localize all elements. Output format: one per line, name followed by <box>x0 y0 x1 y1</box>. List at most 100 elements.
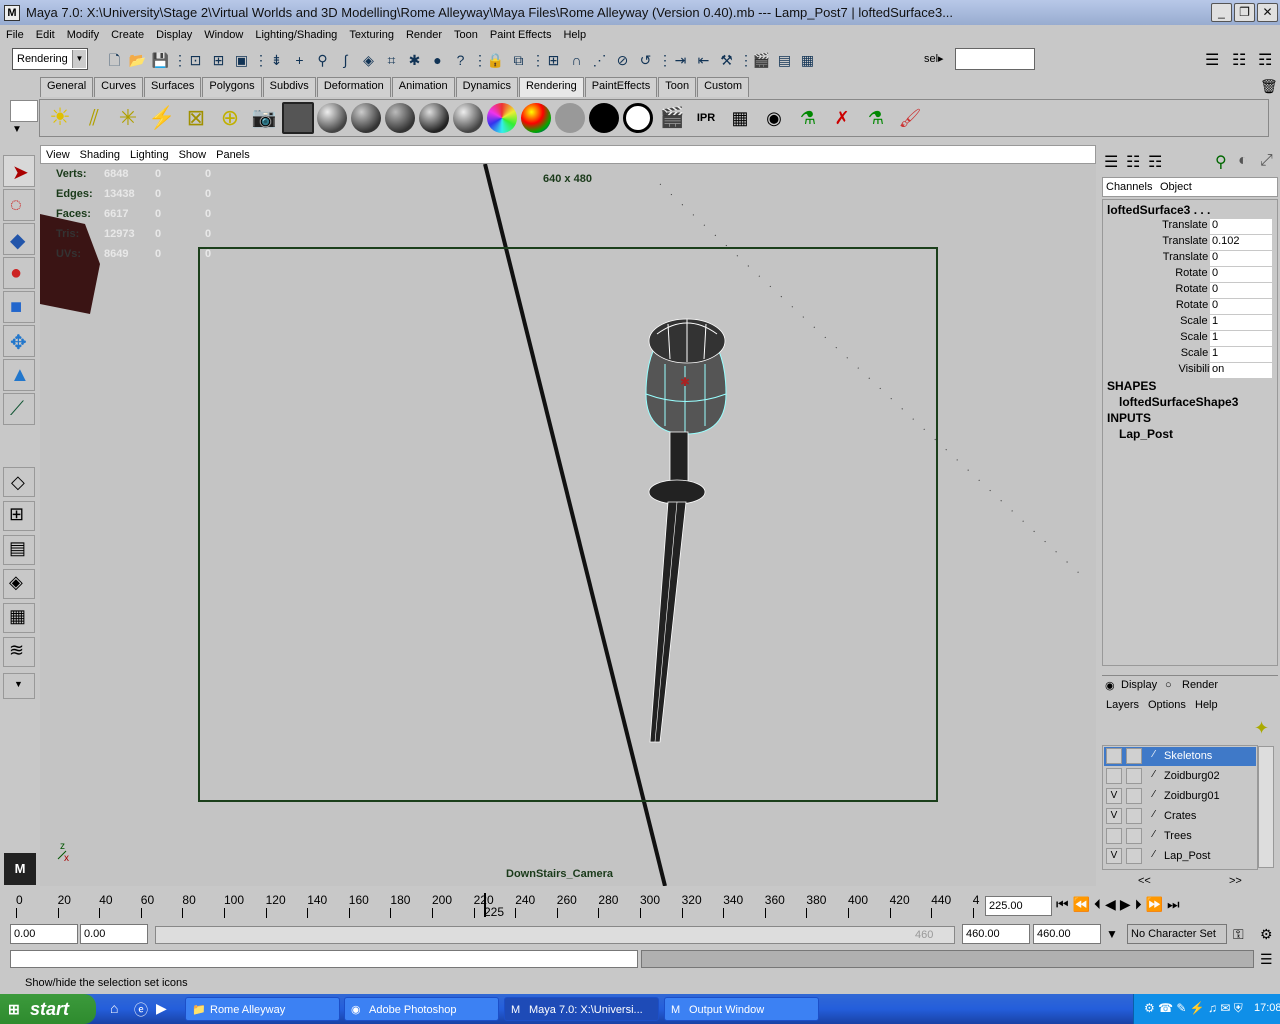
save-scene-icon[interactable]: 💾 <box>150 50 171 71</box>
layer-row[interactable]: V ⁄ Crates <box>1104 807 1256 826</box>
render-layers-label[interactable]: Render <box>1182 679 1218 691</box>
channel-row[interactable]: Scale X1 <box>1104 315 1274 331</box>
joint-icon[interactable]: ⚲ <box>312 50 333 71</box>
anisotropic-shader-icon[interactable] <box>453 103 483 133</box>
render-settings-icon[interactable] <box>282 102 314 134</box>
channel-row[interactable]: Scale Y1 <box>1104 331 1274 347</box>
shelf-tab-general[interactable]: General <box>40 77 94 97</box>
layer-type-toggle[interactable] <box>1126 788 1142 804</box>
layer-visibility-toggle[interactable] <box>1106 748 1122 764</box>
select-component-icon[interactable]: ▣ <box>231 50 252 71</box>
lasso-tool-icon[interactable]: ◌ <box>3 189 35 221</box>
handle-icon[interactable]: + <box>289 50 310 71</box>
task-photoshop[interactable]: ◉ Adobe Photoshop <box>344 997 499 1021</box>
start-button[interactable]: ⊞ start <box>0 994 96 1024</box>
play-back-icon[interactable]: ◀ <box>1105 896 1116 913</box>
mask-icon[interactable]: ⇟ <box>266 50 287 71</box>
shelf-tab-rendering[interactable]: Rendering <box>518 77 584 97</box>
render-globals-shelf-icon[interactable]: ▦ <box>724 102 756 134</box>
channel-row[interactable]: Rotate Y0 <box>1104 283 1274 299</box>
play-forward-icon[interactable]: ▶ <box>1120 896 1131 913</box>
spot-light-icon[interactable]: ⚡ <box>146 102 178 134</box>
step-forward-key-icon[interactable]: ⏩ <box>1146 896 1163 913</box>
batch-render-icon[interactable]: ⚗ <box>860 102 892 134</box>
channel-row[interactable]: Translate Z0 <box>1104 251 1274 267</box>
channel-row[interactable]: Translate Y 0.102 <box>1104 235 1274 251</box>
goto-start-icon[interactable]: ⏮ <box>1056 896 1069 913</box>
layer-visibility-toggle[interactable] <box>1106 828 1122 844</box>
channel-layer-icon[interactable]: ☶ <box>1148 152 1162 172</box>
channel-value[interactable]: 1 <box>1210 331 1272 346</box>
use-background-icon[interactable] <box>589 103 619 133</box>
layer-type-toggle[interactable] <box>1126 848 1142 864</box>
scale-tool-icon[interactable]: ✥ <box>3 325 35 357</box>
ambient-light-icon[interactable]: ☀ <box>44 102 76 134</box>
shelf-tab-animation[interactable]: Animation <box>391 77 455 97</box>
shelf-tab-dynamics[interactable]: Dynamics <box>455 77 518 97</box>
layer-color-icon[interactable]: ⁄ <box>1146 768 1162 784</box>
channel-value[interactable]: 1 <box>1210 347 1272 362</box>
manipulator-icon[interactable]: ⚲ <box>1215 152 1227 172</box>
select-tool-icon[interactable]: ➤ <box>3 155 35 187</box>
channel-value[interactable]: 1 <box>1210 315 1272 330</box>
layer-row[interactable]: ⁄ Skeletons <box>1104 747 1256 766</box>
ipr-icon[interactable]: IPR <box>690 102 722 134</box>
layers-menu[interactable]: Layers <box>1106 699 1139 711</box>
shelf-tab-custom[interactable]: Custom <box>697 77 749 97</box>
viewport-menu-view[interactable]: View <box>41 149 75 161</box>
layer-visibility-toggle[interactable]: V <box>1106 848 1122 864</box>
render-mask-icon[interactable]: ● <box>427 50 448 71</box>
layer-color-icon[interactable]: ⁄ <box>1146 748 1162 764</box>
close-button[interactable]: ✕ <box>1257 3 1278 22</box>
shelf-tab-toon[interactable]: Toon <box>658 77 697 97</box>
menu-lighting-shading[interactable]: Lighting/Shading <box>249 29 343 41</box>
graph-layout-icon[interactable]: ◈ <box>3 569 35 599</box>
channel-row[interactable]: Scale Z1 <box>1104 347 1274 363</box>
step-back-key-icon[interactable]: ⏪ <box>1073 896 1090 913</box>
snap-curve-icon[interactable]: ∩ <box>566 50 587 71</box>
layer-type-toggle[interactable] <box>1126 748 1142 764</box>
channel-row[interactable]: Visibility on <box>1104 363 1274 379</box>
quicklaunch-explorer-icon[interactable]: ⌂ <box>110 1000 118 1016</box>
open-scene-icon[interactable]: 📂 <box>127 50 148 71</box>
graph-editor-layout-icon[interactable]: ≋ <box>3 637 35 667</box>
channel-box-toggle-icon[interactable]: ☰ <box>1205 50 1219 70</box>
step-forward-frame-icon[interactable]: ⏵ <box>1135 896 1142 913</box>
tray-icons[interactable]: ⚙ ☎ ✎ ⚡ ♫ ✉ ⛨ <box>1144 1001 1243 1016</box>
channels-menu[interactable]: Channels <box>1106 181 1152 193</box>
deform-icon[interactable]: ⌗ <box>381 50 402 71</box>
shelf-tab-curves[interactable]: Curves <box>94 77 143 97</box>
restore-button[interactable]: ❐ <box>1234 3 1255 22</box>
outliner-layout-icon[interactable]: ▤ <box>3 535 35 565</box>
new-scene-icon[interactable]: 🗋 <box>104 50 125 71</box>
render-radio-icon[interactable]: ○ <box>1165 679 1172 691</box>
directional-light-icon[interactable]: ⫽ <box>78 102 110 134</box>
display-radio-icon[interactable]: ◉ <box>1105 679 1115 692</box>
object-menu[interactable]: Object <box>1160 181 1192 193</box>
display-layers-label[interactable]: Display <box>1121 679 1157 691</box>
input-node[interactable]: Lap_Post <box>1119 427 1173 441</box>
task-maya[interactable]: M Maya 7.0: X:\Universi... <box>504 997 659 1021</box>
layer-visibility-toggle[interactable]: V <box>1106 788 1122 804</box>
trash-icon[interactable]: 🗑 <box>1260 78 1278 95</box>
blinn-shader-icon[interactable] <box>351 103 381 133</box>
quicklaunch-ie-icon[interactable]: ⓔ <box>134 1000 148 1020</box>
layer-name[interactable]: Crates <box>1164 810 1196 822</box>
channel-value[interactable]: 0 <box>1210 251 1272 266</box>
lock-icon[interactable]: 🔒 <box>485 50 506 71</box>
move-tool-icon[interactable]: ● <box>3 257 35 289</box>
ramp-shader-icon[interactable] <box>521 103 551 133</box>
paint-select-tool-icon[interactable]: ◆ <box>3 223 35 255</box>
menu-render[interactable]: Render <box>400 29 448 41</box>
character-set-menu[interactable]: No Character Set <box>1127 924 1227 944</box>
hypershade-icon[interactable]: ◉ <box>758 102 790 134</box>
curve-icon[interactable]: ∫ <box>335 50 356 71</box>
layer-visibility-toggle[interactable] <box>1106 768 1122 784</box>
channel-box-icon[interactable]: ☰ <box>1104 152 1118 172</box>
select-object-icon[interactable]: ⊞ <box>208 50 229 71</box>
dynamics-icon[interactable]: ✱ <box>404 50 425 71</box>
options-menu[interactable]: Options <box>1148 699 1186 711</box>
tool-settings-icon[interactable]: ⤢ <box>1260 152 1273 170</box>
channel-value[interactable]: 0 <box>1210 219 1272 234</box>
script-editor-icon[interactable]: ☰ <box>1260 951 1273 968</box>
